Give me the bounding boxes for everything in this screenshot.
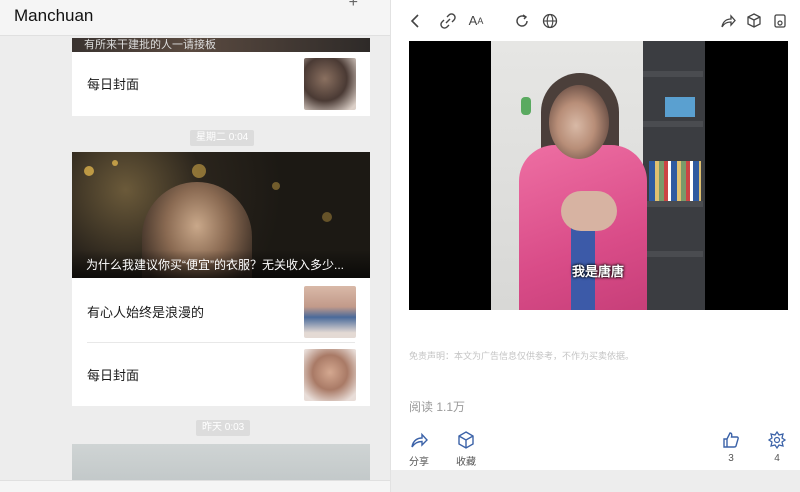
- video-frame: 我是唐唐: [491, 41, 705, 310]
- like-button[interactable]: 3: [721, 430, 741, 464]
- thumbs-up-icon: [723, 432, 739, 448]
- person-hands: [561, 191, 617, 231]
- time-separator: 昨天 0:03: [196, 420, 251, 436]
- card-headline: 为什么我建议你买“便宜”的衣服？无关收入多少...: [72, 250, 370, 278]
- list-item-title: 每日封面: [87, 77, 140, 92]
- person-head: [549, 85, 609, 159]
- collect-button[interactable]: 收藏: [456, 430, 476, 468]
- article-pane: AA 我是唐唐 免责声明：本文为广告信息仅供参考，不作为买卖依据。 阅读 1.1…: [390, 0, 800, 492]
- read-count: 阅读 1.1万: [409, 400, 466, 414]
- list-item-title: 有心人始终是浪漫的: [87, 305, 205, 320]
- thumbnail: [304, 349, 356, 401]
- article-card[interactable]: 有所来干建批的人一请接板 每日封面: [72, 38, 370, 116]
- banner-caption: 有所来干建批的人一请接板: [84, 39, 216, 51]
- figurine: [521, 97, 531, 115]
- list-item[interactable]: 有心人始终是浪漫的: [72, 280, 370, 342]
- video-player[interactable]: 我是唐唐: [409, 41, 788, 310]
- font-size-icon[interactable]: AA: [467, 12, 485, 30]
- share-button[interactable]: 分享: [409, 430, 429, 468]
- list-item[interactable]: 每日封面: [72, 343, 370, 405]
- chat-pane: Manchuan + 有所来干建批的人一请接板 每日封面 星期二 0:04 为什…: [0, 0, 390, 492]
- link-icon[interactable]: [439, 12, 457, 30]
- chat-bottom-bar: [0, 480, 390, 492]
- cube-icon: [458, 431, 474, 449]
- share-icon: [411, 432, 428, 448]
- video-subtitle: 我是唐唐: [571, 264, 624, 279]
- time-separator: 星期二 0:04: [190, 130, 255, 146]
- article-bottom-bar: [391, 470, 800, 492]
- list-item[interactable]: 每日封面: [72, 52, 370, 114]
- thumbnail: [304, 286, 356, 338]
- app-window: Manchuan + 有所来干建批的人一请接板 每日封面 星期二 0:04 为什…: [0, 0, 800, 492]
- wow-button[interactable]: 4: [767, 430, 787, 464]
- refresh-icon[interactable]: [513, 12, 531, 30]
- share-icon[interactable]: [719, 12, 737, 30]
- card-banner[interactable]: 有所来干建批的人一请接板: [72, 38, 370, 52]
- plus-icon[interactable]: +: [349, 0, 358, 12]
- globe-icon[interactable]: [541, 12, 559, 30]
- disclaimer-text: 免责声明：本文为广告信息仅供参考，不作为买卖依据。: [409, 351, 635, 361]
- share-label: 分享: [409, 457, 429, 468]
- pin-icon[interactable]: [771, 12, 789, 30]
- chat-title: Manchuan: [14, 6, 94, 25]
- back-icon[interactable]: [407, 12, 425, 30]
- wow-count: 4: [774, 453, 780, 464]
- cube-icon[interactable]: [745, 12, 763, 30]
- article-toolbar: AA: [391, 0, 800, 42]
- card-cover-image[interactable]: 为什么我建议你买“便宜”的衣服？无关收入多少...: [72, 152, 370, 278]
- article-card[interactable]: 为什么我建议你买“便宜”的衣服？无关收入多少... 有心人始终是浪漫的 每日封面: [72, 152, 370, 406]
- books: [649, 161, 701, 201]
- wow-icon: [767, 430, 787, 450]
- list-item-title: 每日封面: [87, 368, 140, 383]
- shelf-decor: [665, 97, 695, 117]
- chat-titlebar: Manchuan +: [0, 0, 390, 36]
- thumbnail: [304, 58, 356, 110]
- like-count: 3: [728, 453, 734, 464]
- collect-label: 收藏: [456, 457, 476, 468]
